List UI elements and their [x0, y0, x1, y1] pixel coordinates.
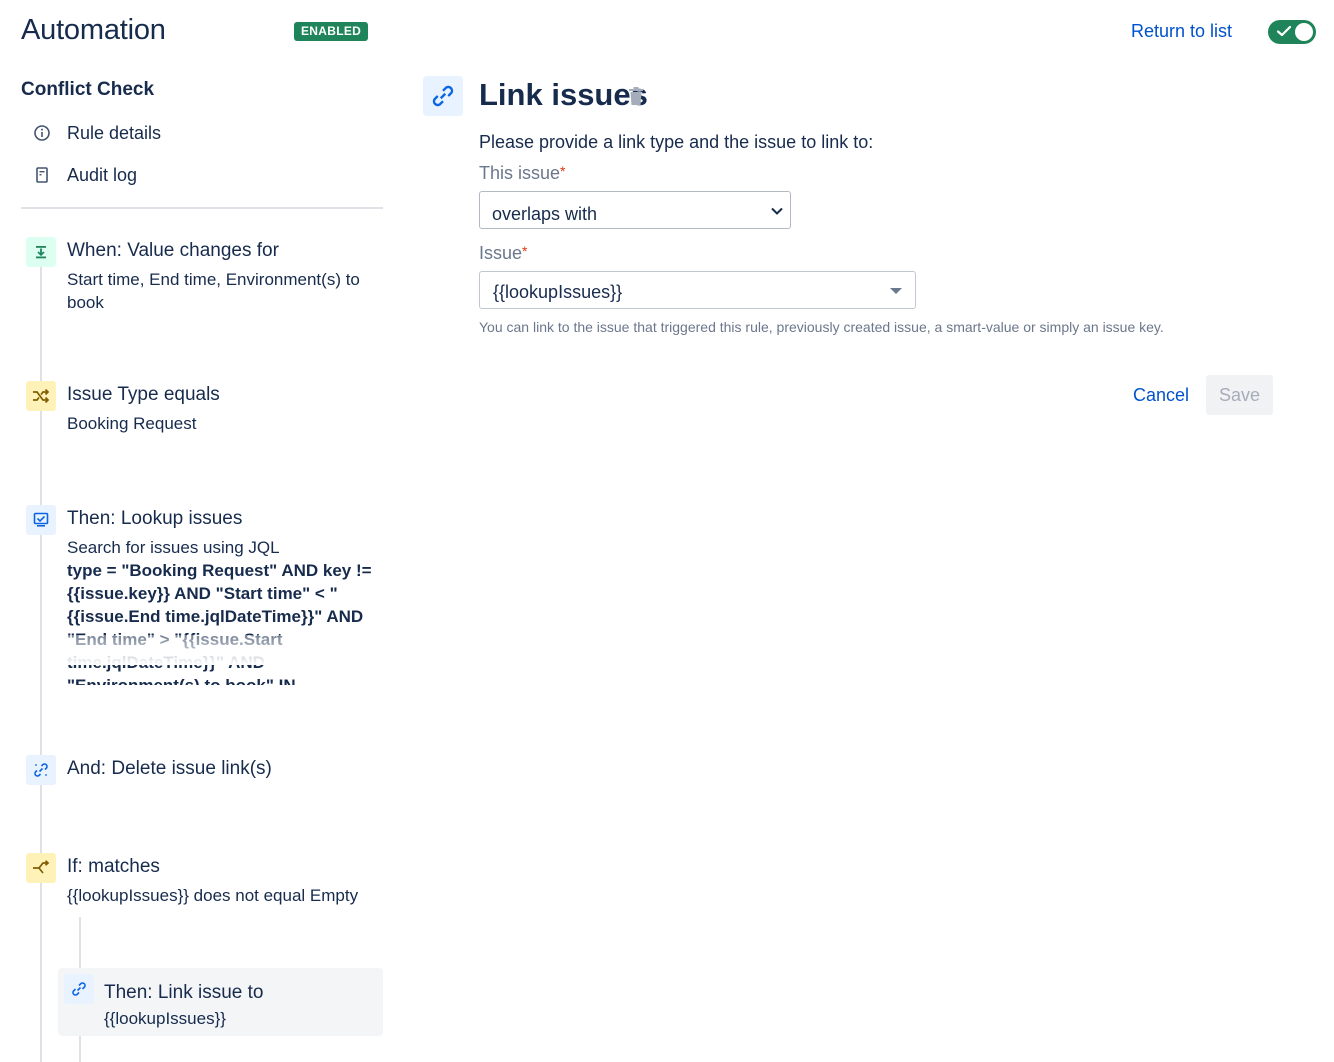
rule-step-lookup[interactable]: Then: Lookup issues Search for issues us… — [26, 505, 382, 685]
cancel-button[interactable]: Cancel — [1120, 376, 1202, 414]
nav-rule-details[interactable]: Rule details — [33, 120, 161, 146]
step-title: If: matches — [67, 856, 160, 877]
shuffle-icon — [26, 381, 56, 411]
step-description: {{lookupIssues}} does not equal Empty — [67, 886, 359, 905]
link-icon — [64, 974, 94, 1004]
overflow-fade — [67, 635, 382, 665]
panel-instructions: Please provide a link type and the issue… — [479, 132, 874, 152]
rule-step-delete-links[interactable]: And: Delete issue link(s) — [26, 755, 382, 791]
trash-icon[interactable] — [628, 86, 644, 106]
issue-value: {{lookupIssues}} — [493, 282, 623, 302]
this-issue-label: This issue* — [479, 163, 566, 183]
chevron-down-icon — [771, 207, 783, 215]
document-icon — [33, 166, 51, 184]
nav-label: Rule details — [67, 122, 162, 143]
link-icon — [423, 76, 463, 116]
step-title: Then: Link issue to — [104, 982, 264, 1003]
sidebar-divider — [21, 207, 383, 209]
step-subtitle: Search for issues using JQL — [67, 538, 280, 557]
step-title: Then: Lookup issues — [67, 508, 243, 529]
step-title: And: Delete issue link(s) — [67, 758, 272, 779]
step-title: Issue Type equals — [67, 384, 220, 405]
step-title: When: Value changes for — [67, 240, 279, 261]
link-type-select[interactable]: overlaps with — [479, 191, 791, 229]
nav-audit-log[interactable]: Audit log — [33, 162, 137, 188]
rule-step-link-issue-selected[interactable]: Then: Link issue to {{lookupIssues}} — [58, 968, 383, 1036]
lookup-icon — [26, 505, 56, 535]
trigger-icon — [26, 237, 56, 267]
step-description: Start time, End time, Environment(s) to … — [67, 270, 360, 312]
check-icon — [1276, 25, 1292, 37]
return-to-list-link[interactable]: Return to list — [1131, 21, 1232, 42]
rule-step-trigger[interactable]: When: Value changes for Start time, End … — [26, 237, 382, 317]
rule-step-condition[interactable]: Issue Type equals Booking Request — [26, 381, 382, 441]
rule-step-if-matches[interactable]: If: matches {{lookupIssues}} does not eq… — [26, 853, 382, 913]
required-mark: * — [560, 163, 566, 179]
rule-name: Conflict Check — [21, 79, 155, 100]
issue-label: Issue* — [479, 243, 528, 263]
issue-help-text: You can link to the issue that triggered… — [479, 319, 1164, 335]
step-description: Booking Request — [67, 414, 197, 433]
branch-icon — [26, 853, 56, 883]
step-description: {{lookupIssues}} — [104, 1009, 226, 1028]
jql-query: type = "Booking Request" AND key != {{is… — [67, 561, 372, 685]
status-badge: ENABLED — [294, 22, 369, 41]
nav-label: Audit log — [67, 164, 138, 185]
issue-select[interactable]: {{lookupIssues}} — [479, 271, 916, 309]
info-icon — [33, 124, 51, 142]
unlink-icon — [26, 755, 56, 785]
page-title: Automation — [21, 14, 166, 46]
panel-title: Link issues — [479, 77, 648, 112]
required-mark: * — [522, 243, 528, 259]
link-type-value: overlaps with — [492, 204, 598, 224]
rule-enabled-toggle[interactable] — [1268, 20, 1316, 44]
save-button[interactable]: Save — [1206, 375, 1273, 415]
toggle-knob — [1295, 23, 1313, 41]
caret-down-icon — [890, 288, 902, 294]
